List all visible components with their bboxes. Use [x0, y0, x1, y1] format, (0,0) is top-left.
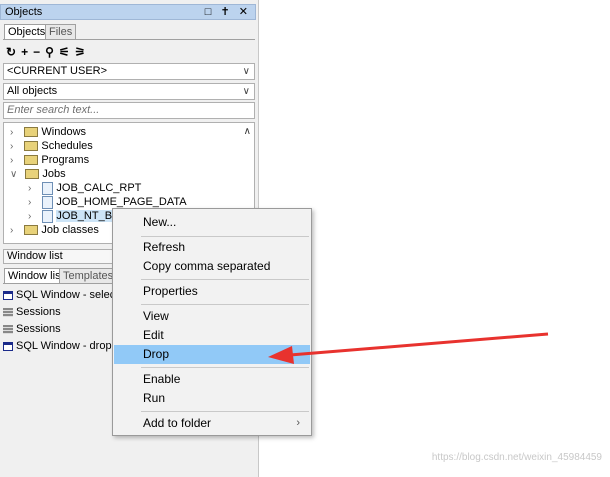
annotation-arrow [268, 332, 549, 364]
arrow-head [268, 346, 294, 364]
watermark: https://blog.csdn.net/weixin_45984459 [431, 452, 602, 463]
arrow-shaft [289, 332, 549, 357]
